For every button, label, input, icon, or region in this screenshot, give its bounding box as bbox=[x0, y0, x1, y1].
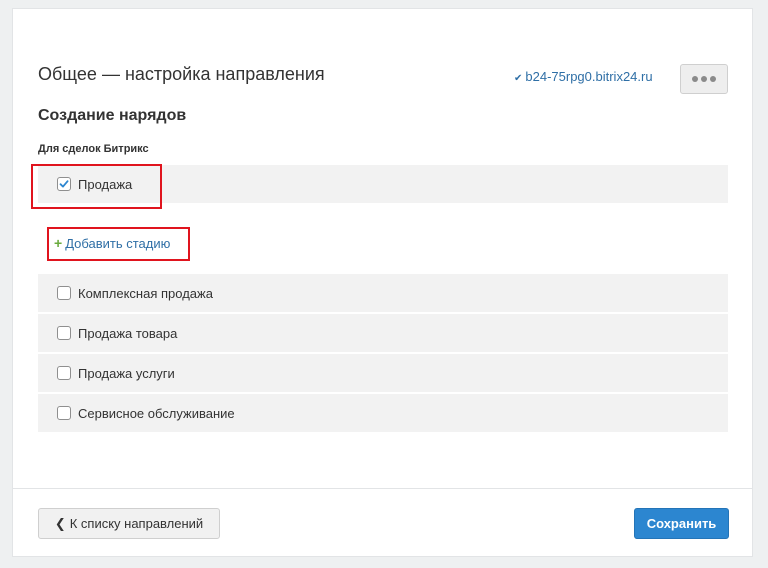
pipeline-label: Сервисное обслуживание bbox=[78, 405, 235, 421]
checkmark-icon bbox=[59, 180, 69, 188]
more-dots-icon bbox=[692, 76, 698, 82]
pipeline-label: Комплексная продажа bbox=[78, 285, 213, 301]
group-label: Для сделок Битрикс bbox=[38, 143, 149, 155]
pipeline-row[interactable]: Продажа услуги bbox=[38, 354, 728, 392]
pipeline-row[interactable]: Комплексная продажа bbox=[38, 274, 728, 312]
back-button-label: К списку направлений bbox=[69, 516, 204, 531]
more-dots-icon bbox=[710, 76, 716, 82]
add-stage-label: Добавить стадию bbox=[65, 235, 171, 251]
portal-link-label: b24-75rpg0.bitrix24.ru bbox=[525, 69, 653, 84]
pipeline-label: Продажа товара bbox=[78, 325, 178, 341]
portal-link[interactable]: ✔ b24-75rpg0.bitrix24.ru bbox=[514, 69, 653, 84]
stage-row-sale[interactable]: Продажа bbox=[38, 165, 728, 203]
stage-label: Продажа bbox=[78, 176, 133, 192]
save-button[interactable]: Сохранить bbox=[634, 508, 729, 539]
more-button[interactable] bbox=[680, 64, 728, 94]
chevron-left-icon: ❮ bbox=[54, 515, 66, 531]
more-dots-icon bbox=[701, 76, 707, 82]
stage-checkbox[interactable] bbox=[57, 177, 71, 191]
pipeline-checkbox[interactable] bbox=[57, 286, 71, 300]
footer-divider bbox=[13, 488, 752, 489]
pipeline-label: Продажа услуги bbox=[78, 365, 175, 381]
add-stage-link[interactable]: + Добавить стадию bbox=[54, 235, 170, 251]
check-icon: ✔ bbox=[514, 73, 523, 84]
pipeline-checkbox[interactable] bbox=[57, 406, 71, 420]
pipeline-checkbox[interactable] bbox=[57, 366, 71, 380]
section-title: Создание нарядов bbox=[38, 107, 187, 124]
pipeline-checkbox[interactable] bbox=[57, 326, 71, 340]
pipeline-row[interactable]: Сервисное обслуживание bbox=[38, 394, 728, 432]
pipeline-row[interactable]: Продажа товара bbox=[38, 314, 728, 352]
plus-icon: + bbox=[54, 235, 63, 251]
page-title: Общее — настройка направления bbox=[38, 64, 325, 84]
back-to-list-button[interactable]: ❮ К списку направлений bbox=[38, 508, 220, 539]
settings-panel: Общее — настройка направления ✔ b24-75rpg… bbox=[12, 8, 753, 557]
